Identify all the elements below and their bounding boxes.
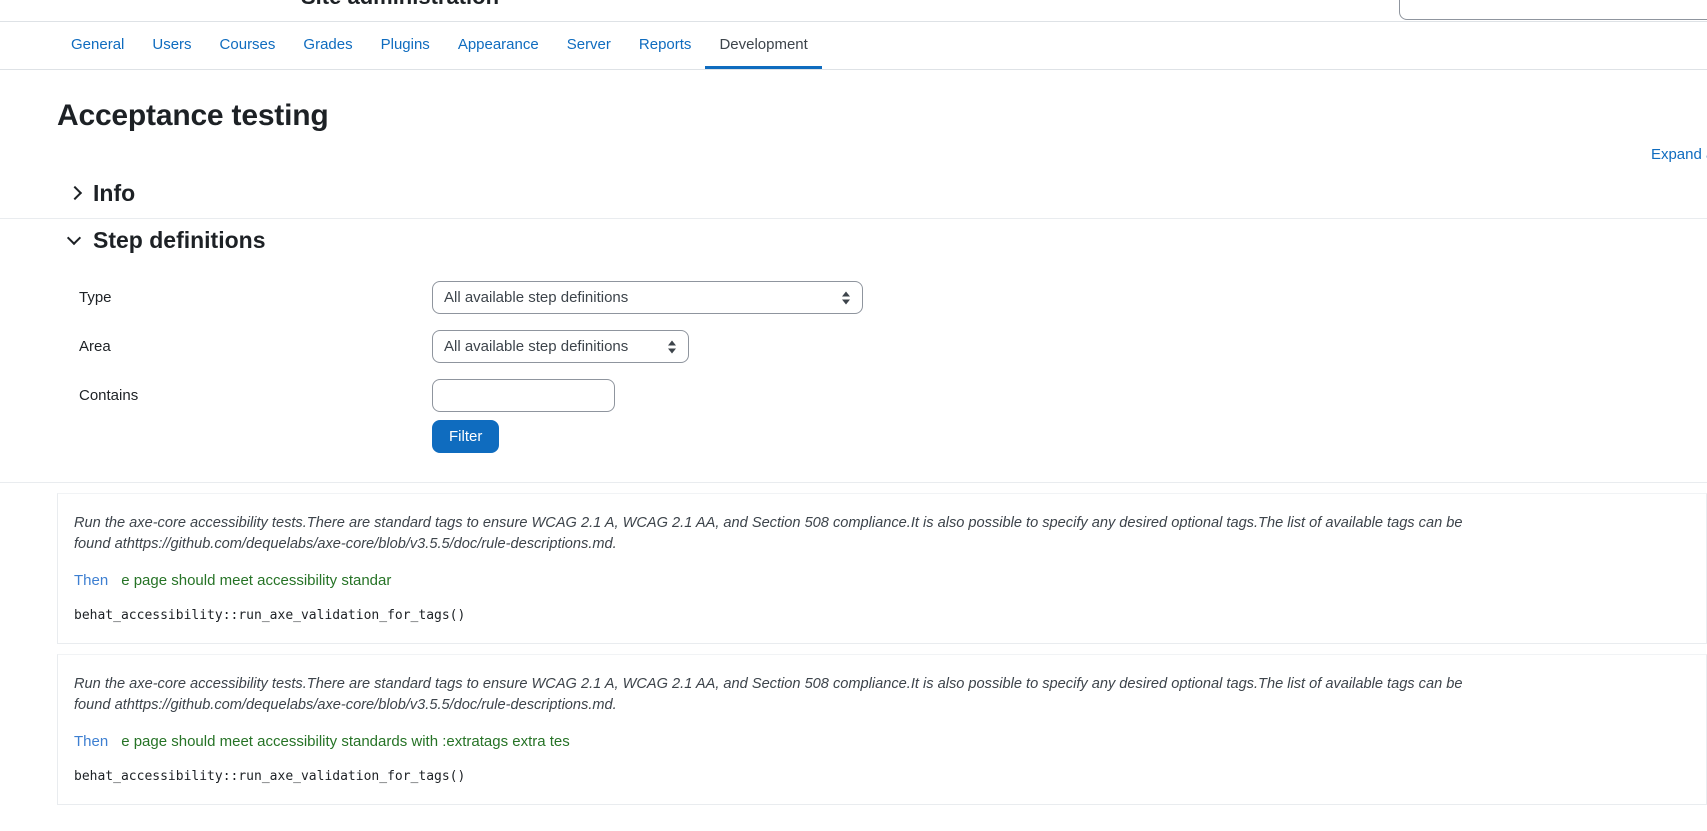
tab-reports[interactable]: Reports bbox=[625, 22, 706, 69]
area-label: Area bbox=[79, 338, 111, 355]
page-title: Acceptance testing bbox=[57, 99, 329, 132]
section-info-title: Info bbox=[93, 180, 136, 206]
results-divider bbox=[0, 482, 1707, 483]
tab-server[interactable]: Server bbox=[553, 22, 625, 69]
tab-general[interactable]: General bbox=[57, 22, 138, 69]
search-input[interactable] bbox=[1399, 0, 1707, 20]
step-sentence: Then e page should meet accessibility sta… bbox=[74, 570, 1684, 592]
step-description: Run the axe-core accessibility tests.The… bbox=[74, 676, 1463, 713]
form-row-filter-action: Filter bbox=[57, 420, 1707, 474]
step-sentence: Then e page should meet accessibility sta… bbox=[74, 731, 1684, 753]
step-code-reference: behat_accessibility::run_axe_validation_… bbox=[74, 769, 466, 784]
tab-users[interactable]: Users bbox=[138, 22, 205, 69]
step-definitions-filter-form: Type All available step definitions Area… bbox=[57, 263, 1707, 474]
type-label: Type bbox=[79, 289, 112, 306]
site-admin-heading-clipped: Site administration bbox=[301, 0, 499, 7]
section-step-definitions-title: Step definitions bbox=[93, 227, 266, 253]
chevron-right-icon bbox=[67, 185, 83, 201]
step-description: Run the axe-core accessibility tests.The… bbox=[74, 515, 1463, 552]
step-definition-card: Run the axe-core accessibility tests.The… bbox=[57, 493, 1707, 644]
contains-input[interactable] bbox=[432, 379, 615, 412]
filter-action-spacer bbox=[57, 420, 432, 421]
area-select-shell: All available step definitions bbox=[432, 330, 689, 363]
filter-button[interactable]: Filter bbox=[432, 420, 500, 453]
tab-development[interactable]: Development bbox=[705, 22, 822, 69]
step-keyword: Then bbox=[74, 733, 109, 750]
top-strip: Site administration bbox=[0, 0, 1707, 21]
section-step-definitions-toggle[interactable]: Step definitions bbox=[57, 219, 1707, 263]
step-code-reference: behat_accessibility::run_axe_validation_… bbox=[74, 608, 466, 623]
form-row-contains: Contains bbox=[57, 371, 1707, 420]
step-text: e page should meet accessibility standar bbox=[121, 572, 392, 589]
tab-plugins[interactable]: Plugins bbox=[367, 22, 444, 69]
step-keyword: Then bbox=[74, 572, 109, 589]
contains-label: Contains bbox=[79, 387, 139, 404]
expand-all-link[interactable]: Expand all bbox=[1651, 146, 1707, 163]
chevron-down-icon bbox=[67, 232, 83, 248]
section-info: Info bbox=[0, 172, 1707, 216]
section-step-definitions: Step definitions Type All available step… bbox=[0, 219, 1707, 474]
type-select-shell: All available step definitions bbox=[432, 281, 863, 314]
tab-appearance[interactable]: Appearance bbox=[444, 22, 553, 69]
form-row-type: Type All available step definitions bbox=[57, 273, 1707, 322]
area-select[interactable]: All available step definitions bbox=[432, 330, 689, 363]
step-definition-card: Run the axe-core accessibility tests.The… bbox=[57, 654, 1707, 805]
step-text: e page should meet accessibility standar… bbox=[121, 733, 570, 750]
tab-grades[interactable]: Grades bbox=[289, 22, 366, 69]
tab-courses[interactable]: Courses bbox=[206, 22, 290, 69]
section-info-toggle[interactable]: Info bbox=[57, 172, 1707, 216]
step-definitions-results: Run the axe-core accessibility tests.The… bbox=[0, 493, 1707, 805]
form-row-area: Area All available step definitions bbox=[57, 322, 1707, 371]
type-select[interactable]: All available step definitions bbox=[432, 281, 863, 314]
admin-nav-tabs: General Users Courses Grades Plugins App… bbox=[0, 21, 1707, 70]
expand-all-row: Expand all bbox=[0, 136, 1707, 172]
